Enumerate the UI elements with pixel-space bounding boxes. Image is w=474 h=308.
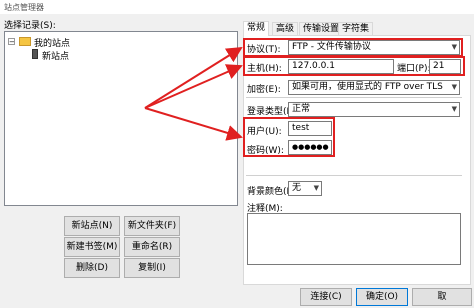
tab-general[interactable]: 常规 [243, 21, 270, 36]
arrow-to-host [144, 64, 243, 109]
arrow-to-credentials [144, 107, 243, 141]
annotation-arrows [144, 46, 243, 141]
arrow-to-protocol [144, 46, 243, 109]
